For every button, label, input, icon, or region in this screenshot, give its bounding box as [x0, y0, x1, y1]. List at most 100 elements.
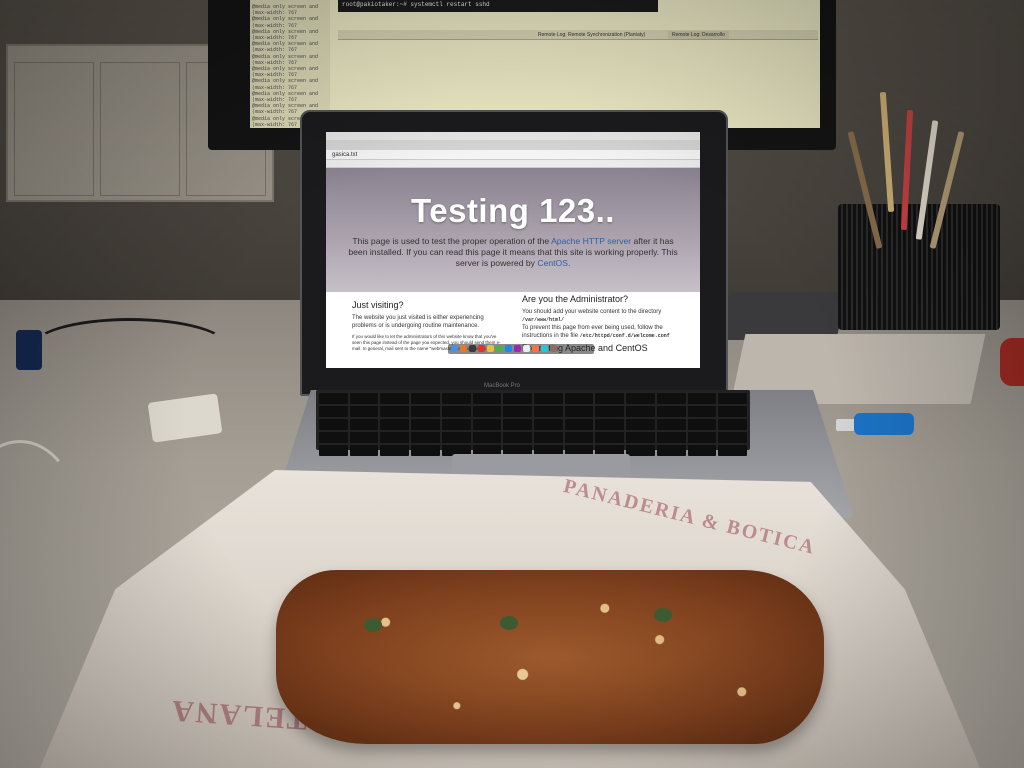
editor-tab[interactable]: Remote Log: Remote Synchronization (Plan…: [534, 31, 649, 39]
keyboard-key[interactable]: [411, 445, 440, 456]
keyboard-key[interactable]: [349, 406, 379, 417]
keyboard-key[interactable]: [718, 419, 747, 430]
keyboard-key[interactable]: [380, 432, 410, 443]
dock-app-icon[interactable]: [496, 345, 503, 352]
hero-text-a: This page is used to test the proper ope…: [352, 236, 552, 246]
keyboard-key[interactable]: [533, 406, 563, 417]
keyboard-key[interactable]: [411, 419, 440, 430]
centos-link[interactable]: CentOS: [537, 258, 568, 268]
keyboard-key[interactable]: [472, 432, 502, 443]
keyboard-key[interactable]: [718, 445, 747, 456]
keyboard-key[interactable]: [472, 419, 502, 430]
dock-app-icon[interactable]: [478, 345, 485, 352]
css-code-line: @media only screen and (max-width: 767: [252, 78, 319, 91]
page-title: Testing 123..: [411, 192, 615, 229]
keyboard-key[interactable]: [441, 393, 471, 404]
dock-app-icon[interactable]: [541, 345, 548, 352]
keyboard-key[interactable]: [656, 445, 686, 456]
address-bar[interactable]: gasica.txt: [326, 150, 700, 160]
page-columns: Just visiting? The website you just visi…: [326, 292, 700, 358]
keyboard-key[interactable]: [564, 432, 594, 443]
monitor-screen: @media only screen and (max-width: 767 @m…: [250, 0, 820, 128]
cable: [30, 318, 230, 378]
keyboard-key[interactable]: [533, 432, 563, 443]
keyboard-key[interactable]: [626, 445, 655, 456]
keyboard-key[interactable]: [380, 445, 410, 456]
editor-tab[interactable]: Remote Log: Desarrollo: [668, 31, 729, 39]
keyboard-key[interactable]: [656, 406, 686, 417]
keyboard-key[interactable]: [687, 419, 717, 430]
right-text: You should add your website content to t…: [522, 308, 692, 324]
olive: [500, 616, 518, 630]
dock-app-icon[interactable]: [532, 345, 539, 352]
keyboard-key[interactable]: [503, 406, 532, 417]
keyboard-key[interactable]: [503, 393, 532, 404]
webroot-path: /var/www/html/: [522, 317, 565, 323]
dock-app-icon[interactable]: [550, 345, 557, 352]
keyboard-key[interactable]: [349, 432, 379, 443]
keyboard-key[interactable]: [564, 406, 594, 417]
dock-app-icon[interactable]: [451, 345, 458, 352]
keyboard-key[interactable]: [441, 406, 471, 417]
keyboard-key[interactable]: [564, 419, 594, 430]
keyboard-key[interactable]: [349, 419, 379, 430]
keyboard-key[interactable]: [319, 445, 348, 456]
url-text[interactable]: gasica.txt: [332, 152, 357, 158]
keyboard-key[interactable]: [718, 406, 747, 417]
dock-app-icon[interactable]: [505, 345, 512, 352]
dock-app-icon[interactable]: [523, 345, 530, 352]
keyboard-key[interactable]: [595, 432, 625, 443]
keyboard-key[interactable]: [718, 393, 747, 404]
keyboard-key[interactable]: [380, 393, 410, 404]
left-text: The website you just visited is either e…: [352, 315, 484, 329]
keyboard-key[interactable]: [503, 432, 532, 443]
keyboard-key[interactable]: [595, 406, 625, 417]
keyboard-key[interactable]: [656, 393, 686, 404]
keyboard-key[interactable]: [718, 432, 747, 443]
dock-app-icon[interactable]: [460, 345, 467, 352]
keyboard-key[interactable]: [595, 419, 625, 430]
keyboard-key[interactable]: [411, 406, 440, 417]
css-code-list: @media only screen and (max-width: 767 @m…: [250, 0, 330, 128]
keyboard-key[interactable]: [472, 393, 502, 404]
keyboard-key[interactable]: [564, 393, 594, 404]
keyboard-key[interactable]: [656, 432, 686, 443]
keyboard-key[interactable]: [687, 445, 717, 456]
keyboard-key[interactable]: [656, 419, 686, 430]
dock-app-icon[interactable]: [487, 345, 494, 352]
keyboard-key[interactable]: [319, 393, 348, 404]
poster-column: [14, 62, 94, 196]
dock-app-icon[interactable]: [514, 345, 521, 352]
keyboard-key[interactable]: [411, 432, 440, 443]
keyboard-key[interactable]: [441, 419, 471, 430]
css-code-line: @media only screen and (max-width: 767: [252, 16, 319, 29]
keyboard-key[interactable]: [472, 406, 502, 417]
keyboard-key[interactable]: [626, 406, 655, 417]
apache-link[interactable]: Apache HTTP server: [551, 236, 631, 246]
keyboard-key[interactable]: [687, 432, 717, 443]
keyboard-key[interactable]: [349, 393, 379, 404]
keyboard-key[interactable]: [411, 393, 440, 404]
dock-app-icon[interactable]: [469, 345, 476, 352]
keyboard-key[interactable]: [319, 432, 348, 443]
keyboard-key[interactable]: [533, 419, 563, 430]
keyboard-key[interactable]: [687, 406, 717, 417]
keyboard-key[interactable]: [503, 419, 532, 430]
browser-tabbar: [326, 140, 700, 150]
keyboard-key[interactable]: [595, 393, 625, 404]
keyboard-key[interactable]: [626, 393, 655, 404]
keyboard-key[interactable]: [349, 445, 379, 456]
keyboard[interactable]: [316, 390, 750, 456]
keyboard-key[interactable]: [687, 393, 717, 404]
keyboard-key[interactable]: [441, 432, 471, 443]
keyboard-key[interactable]: [380, 419, 410, 430]
keyboard-key[interactable]: [533, 393, 563, 404]
keyboard-key[interactable]: [626, 419, 655, 430]
keyboard-key[interactable]: [319, 406, 348, 417]
welcome-conf-path: /etc/httpd/conf.d/welcome.conf: [579, 333, 670, 339]
red-object: [1000, 338, 1024, 386]
css-code-line: @media only screen and (max-width: 767: [252, 4, 319, 17]
keyboard-key[interactable]: [380, 406, 410, 417]
keyboard-key[interactable]: [626, 432, 655, 443]
keyboard-key[interactable]: [319, 419, 348, 430]
